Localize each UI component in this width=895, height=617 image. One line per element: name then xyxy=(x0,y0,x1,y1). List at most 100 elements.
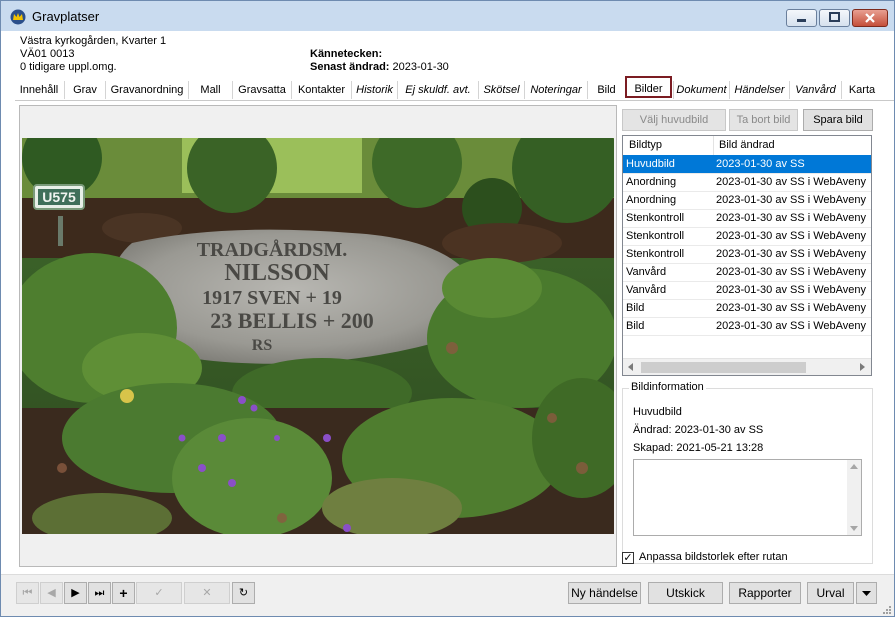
tab-handelser[interactable]: Händelser xyxy=(729,81,789,99)
title-bar[interactable]: Gravplatser xyxy=(1,1,894,32)
reports-button[interactable]: Rapporter xyxy=(729,582,801,604)
stone-line-5: RS xyxy=(252,337,273,354)
next-record-icon: ▶ xyxy=(71,587,80,599)
app-crown-icon xyxy=(10,9,26,25)
scroll-up-icon[interactable] xyxy=(850,464,858,469)
last-changed-value: 2023-01-30 xyxy=(392,61,449,73)
last-record-button[interactable]: ⏭ xyxy=(88,582,111,604)
tab-divider xyxy=(15,100,894,101)
tab-bilder[interactable]: Bilder xyxy=(625,76,672,98)
list-item[interactable]: Stenkontroll 2023-01-30 av SS i WebAveny xyxy=(623,209,871,228)
remove-image-button[interactable]: Ta bort bild xyxy=(729,109,798,131)
close-icon xyxy=(865,13,875,23)
tab-skotsel[interactable]: Skötsel xyxy=(478,81,524,99)
refresh-icon: ↻ xyxy=(238,587,249,599)
grave-photo: U575 TRADGÅRDSM. NILSSON 1917 SVEN + 19 … xyxy=(22,138,614,534)
stone-line-3: 1917 SVEN + 19 xyxy=(202,287,342,309)
tab-vanvard[interactable]: Vanvård xyxy=(789,81,841,99)
tab-karta[interactable]: Karta xyxy=(841,81,882,99)
last-changed-label: Senast ändrad: xyxy=(310,61,390,73)
chevron-down-icon xyxy=(862,591,871,596)
list-item[interactable]: Bild 2023-01-30 av SS i WebAveny xyxy=(623,299,871,318)
bildinformation-group: Bildinformation Huvudbild Ändrad: 2023-0… xyxy=(622,381,873,564)
stone-line-1: TRADGÅRDSM. xyxy=(197,238,348,261)
close-button[interactable] xyxy=(852,9,888,27)
scroll-right-icon[interactable] xyxy=(860,363,865,371)
previous-record-button[interactable]: ◀ xyxy=(40,582,63,604)
next-record-button[interactable]: ▶ xyxy=(64,582,87,604)
list-item[interactable]: Vanvård 2023-01-30 av SS i WebAveny xyxy=(623,281,871,300)
list-header: Bildtyp Bild ändrad xyxy=(623,136,871,156)
bildinfo-changed: Ändrad: 2023-01-30 av SS xyxy=(633,424,764,436)
tab-gravanordning[interactable]: Gravanordning xyxy=(105,81,188,99)
list-item[interactable]: Huvudbild 2023-01-30 av SS xyxy=(623,155,871,174)
grave-code: VÄ01 0013 xyxy=(20,48,75,60)
stone-line-4: 23 BELLIS + 200 xyxy=(210,308,374,333)
stone-line-2: NILSSON xyxy=(224,260,330,286)
scroll-down-icon[interactable] xyxy=(850,526,858,531)
tab-bild[interactable]: Bild xyxy=(587,81,625,99)
tab-ej-skuldf-avt[interactable]: Ej skuldf. avt. xyxy=(397,81,478,99)
bildinformation-label: Bildinformation xyxy=(629,381,706,393)
image-comment-textarea[interactable] xyxy=(633,459,862,536)
tab-grav[interactable]: Grav xyxy=(64,81,105,99)
maximize-button[interactable] xyxy=(819,9,850,27)
cancel-x-icon: ✕ xyxy=(202,587,212,599)
refresh-button[interactable]: ↻ xyxy=(232,582,255,604)
list-item[interactable]: Stenkontroll 2023-01-30 av SS i WebAveny xyxy=(623,245,871,264)
column-header-changed[interactable]: Bild ändrad xyxy=(719,139,775,151)
list-horizontal-scrollbar[interactable] xyxy=(623,358,871,375)
image-list[interactable]: Bildtyp Bild ändrad Huvudbild 2023-01-30 … xyxy=(622,135,872,376)
checkmark-icon: ✓ xyxy=(154,587,164,599)
minimize-button[interactable] xyxy=(786,9,817,27)
plus-icon: + xyxy=(119,585,128,601)
resize-grip-icon[interactable] xyxy=(882,605,892,615)
tab-mall[interactable]: Mall xyxy=(188,81,232,99)
cancel-record-button[interactable]: ✕ xyxy=(184,582,230,604)
scroll-thumb[interactable] xyxy=(641,362,806,373)
new-event-button[interactable]: Ny händelse xyxy=(568,582,641,604)
image-panel: U575 TRADGÅRDSM. NILSSON 1917 SVEN + 19 … xyxy=(19,105,617,567)
fit-image-label[interactable]: Anpassa bildstorlek efter rutan xyxy=(639,551,788,563)
list-item[interactable]: Vanvård 2023-01-30 av SS i WebAveny xyxy=(623,263,871,282)
marker-plate-text: U575 xyxy=(42,189,76,205)
previous-record-icon: ◀ xyxy=(47,587,56,599)
textarea-scrollbar[interactable] xyxy=(847,460,861,535)
tab-innehall[interactable]: Innehåll xyxy=(15,81,63,99)
bildinfo-created: Skapad: 2021-05-21 13:28 xyxy=(633,442,764,454)
save-image-button[interactable]: Spara bild xyxy=(803,109,873,131)
add-record-button[interactable]: + xyxy=(112,582,135,604)
first-record-button[interactable]: ⏮ xyxy=(16,582,39,604)
bottom-toolbar: ⏮ ◀ ▶ ⏭ + ✓ ✕ ↻ Ny händelse Utskick Rapp… xyxy=(1,574,894,616)
list-item[interactable]: Stenkontroll 2023-01-30 av SS i WebAveny xyxy=(623,227,871,246)
scroll-left-icon[interactable] xyxy=(628,363,633,371)
first-record-icon: ⏮ xyxy=(22,587,33,599)
selection-button[interactable]: Urval xyxy=(807,582,854,604)
maximize-icon xyxy=(829,12,840,22)
content-area: Västra kyrkogården, Kvarter 1 VÄ01 0013 … xyxy=(1,31,894,616)
list-item[interactable]: Bild 2023-01-30 av SS i WebAveny xyxy=(623,317,871,336)
selection-dropdown-button[interactable] xyxy=(856,582,877,604)
bildinfo-type: Huvudbild xyxy=(633,406,682,418)
send-out-button[interactable]: Utskick xyxy=(648,582,723,604)
last-record-icon: ⏭ xyxy=(94,587,105,599)
list-item[interactable]: Anordning 2023-01-30 av SS i WebAveny xyxy=(623,173,871,192)
choose-main-image-button[interactable]: Välj huvudbild xyxy=(622,109,726,131)
tab-gravsatta[interactable]: Gravsatta xyxy=(232,81,291,99)
tab-historik[interactable]: Historik xyxy=(351,81,397,99)
window-title: Gravplatser xyxy=(32,9,100,24)
tab-kontakter[interactable]: Kontakter xyxy=(291,81,351,99)
list-item[interactable]: Anordning 2023-01-30 av SS i WebAveny xyxy=(623,191,871,210)
save-record-button[interactable]: ✓ xyxy=(136,582,182,604)
previous-periods: 0 tidigare uppl.omg. xyxy=(20,61,117,73)
tab-noteringar[interactable]: Noteringar xyxy=(524,81,587,99)
tab-dokument[interactable]: Dokument xyxy=(673,81,729,99)
location-text: Västra kyrkogården, Kvarter 1 xyxy=(20,35,167,47)
identifier-label: Kännetecken: xyxy=(310,48,383,60)
last-changed: Senast ändrad: 2023-01-30 xyxy=(310,61,449,74)
fit-image-checkbox[interactable]: ✓ xyxy=(622,552,634,564)
gravplatser-window: Gravplatser Västra kyrkogården, Kvarter … xyxy=(0,0,895,617)
column-header-type[interactable]: Bildtyp xyxy=(629,139,662,151)
column-separator xyxy=(713,136,714,155)
tab-strip: Innehåll Grav Gravanordning Mall Gravsat… xyxy=(15,76,894,100)
